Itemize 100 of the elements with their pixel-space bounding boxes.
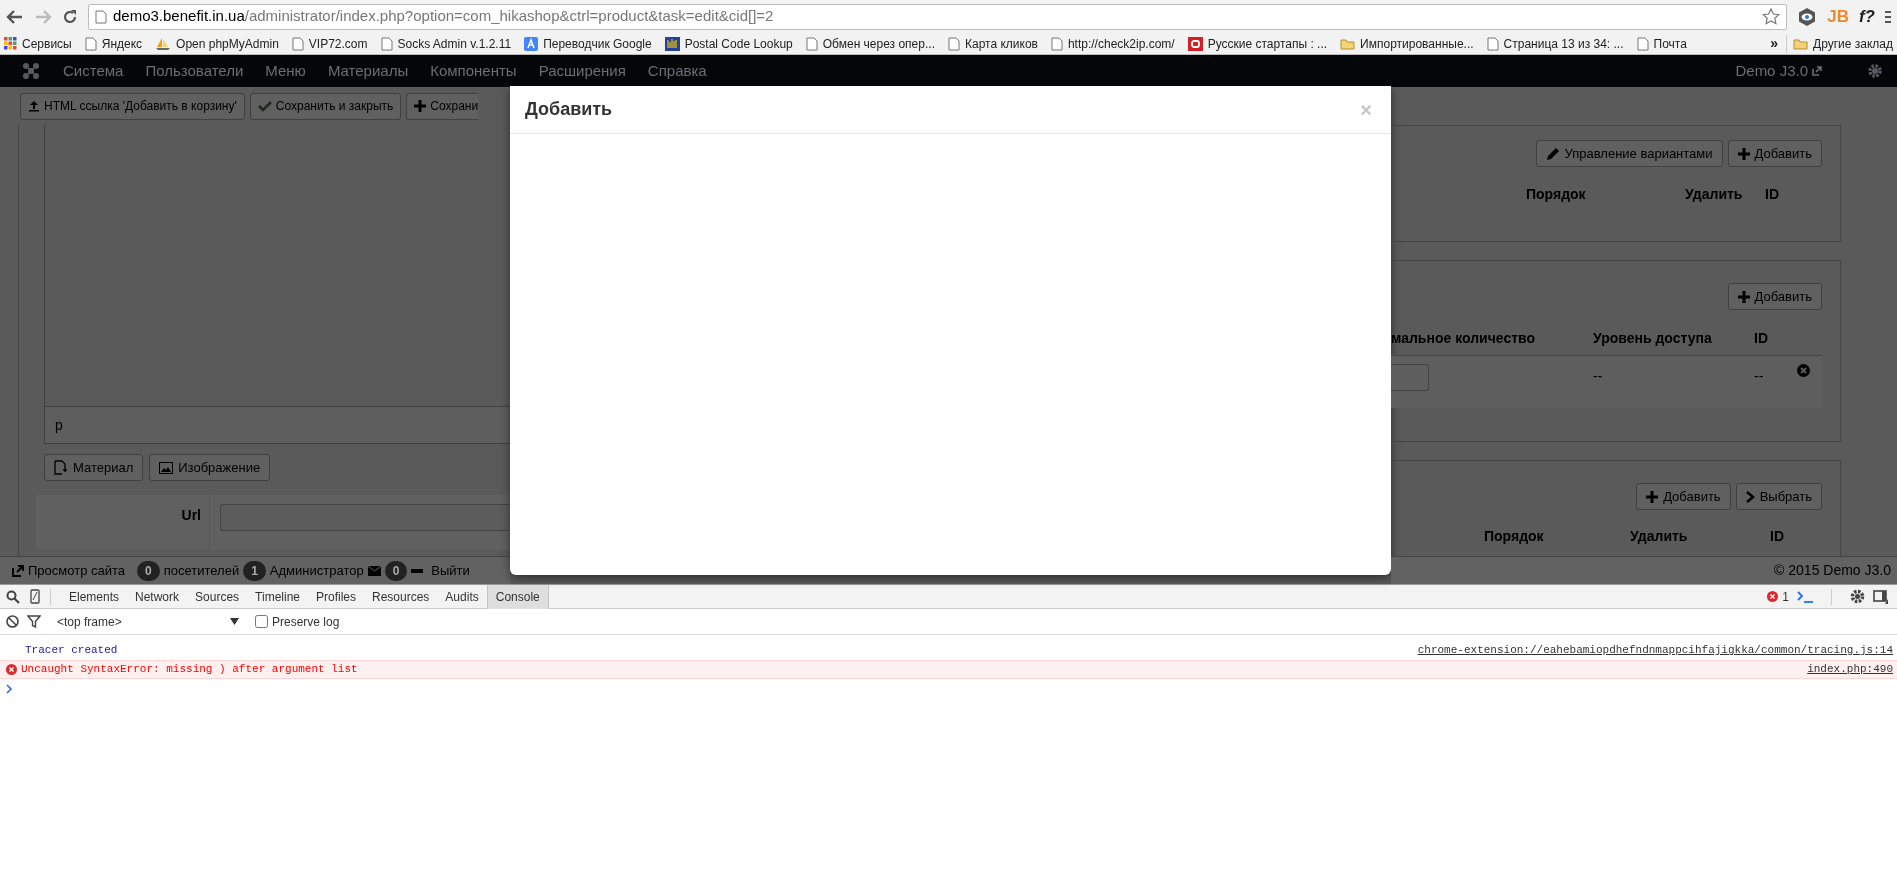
prompt-icon[interactable] — [6, 683, 13, 694]
bookmark[interactable]: Сервисы — [4, 34, 72, 53]
bookmark[interactable]: VIP72.com — [291, 34, 368, 53]
bookmark[interactable]: Почта — [1636, 34, 1687, 53]
status-text: Администратор — [269, 561, 364, 580]
caret-icon — [230, 618, 239, 625]
column-header: ID — [1770, 527, 1784, 546]
remove-icon[interactable] — [1797, 364, 1810, 377]
menu-item[interactable]: Меню — [254, 59, 317, 83]
menu-item[interactable]: Справка — [636, 59, 718, 83]
bookmark[interactable]: http://check2ip.com/ — [1050, 34, 1175, 53]
tab[interactable]: Network — [127, 584, 188, 609]
tab[interactable]: Elements — [61, 584, 128, 609]
menu-item[interactable]: Система — [52, 59, 135, 83]
console-icon[interactable] — [1797, 590, 1813, 603]
tab[interactable]: Audits — [437, 584, 487, 609]
count-badge: 1 — [243, 560, 266, 581]
url-text: demo3.benefit.in.ua/administrator/index.php?option=com_hikashop&ctrl=product&task=edit&cid[]=2 — [113, 6, 774, 27]
page-icon — [805, 36, 818, 51]
extension-button[interactable]: f? — [1858, 6, 1875, 27]
filter-icon[interactable] — [27, 615, 41, 628]
column-header: Удалить — [1630, 527, 1688, 546]
input-field[interactable] — [220, 504, 510, 531]
tab[interactable]: Timeline — [247, 584, 308, 609]
bookmark[interactable]: Переводчик Google — [524, 34, 652, 53]
back-icon[interactable] — [6, 8, 24, 25]
table-cell-text: -- — [1754, 367, 1764, 386]
minus-icon — [411, 568, 424, 573]
settings-icon[interactable] — [1850, 589, 1865, 604]
menu-icon[interactable] — [1885, 8, 1891, 25]
tab[interactable]: Sources — [187, 584, 248, 609]
bookmark[interactable]: Обмен через опер... — [805, 34, 935, 53]
reload-icon[interactable] — [62, 8, 78, 25]
page-icon — [380, 36, 393, 51]
modal-title: Добавить — [525, 98, 613, 121]
console-message: Tracer created — [25, 643, 118, 659]
bookmark[interactable]: Русские стартапы : ... — [1187, 34, 1328, 53]
bookmark[interactable]: Карта кликов — [947, 34, 1038, 53]
editor-path: p — [44, 407, 510, 444]
clear-icon[interactable] — [6, 615, 19, 628]
eye-icon[interactable] — [1797, 6, 1818, 27]
sailboat-icon — [155, 36, 172, 51]
menu-item[interactable]: Компоненты — [419, 59, 528, 83]
external-link-icon — [12, 564, 24, 577]
tab[interactable]: Resources — [364, 584, 438, 609]
error-icon — [1767, 591, 1779, 602]
site-link[interactable]: Demo J3.0 — [1735, 59, 1822, 83]
page-icon — [1050, 36, 1063, 51]
bookmark[interactable]: Яндекс — [84, 34, 143, 53]
plus-icon — [1646, 490, 1659, 503]
column-header: мальное количество — [1391, 329, 1535, 348]
upload-icon — [28, 100, 40, 112]
image-icon — [159, 461, 174, 474]
column-header: Удалить — [1685, 185, 1743, 204]
search-icon[interactable] — [6, 589, 20, 604]
translate-icon — [524, 36, 539, 51]
count-badge: 0 — [137, 560, 160, 581]
folder-icon — [1340, 37, 1356, 50]
column-header: Уровень доступа — [1593, 329, 1712, 348]
mail-icon — [367, 565, 381, 576]
console-message: Uncaught SyntaxError: missing ) after argument list — [21, 662, 358, 678]
page-icon — [84, 36, 97, 51]
frame-dropdown[interactable]: <top frame> — [57, 612, 239, 631]
page-icon — [947, 36, 960, 51]
plus-icon — [1737, 290, 1750, 303]
bookmark[interactable]: Другие заклад — [1786, 34, 1893, 53]
source-link[interactable]: index.php:490 — [1807, 661, 1893, 678]
barcode-icon — [664, 36, 680, 51]
field-label: Url — [36, 495, 210, 550]
menu-item[interactable]: Расширения — [527, 59, 637, 83]
more-bookmarks-button[interactable]: » — [1770, 33, 1778, 54]
page-icon — [291, 36, 304, 51]
apps-icon — [4, 37, 17, 50]
address-bar[interactable]: demo3.benefit.in.ua/administrator/index.php?option=com_hikashop&ctrl=product&task=edit&cid[]=2 — [88, 3, 1788, 30]
source-link[interactable]: chrome-extension://eahebamiopdhefndnmappcihfajigkka/common/tracing.js:14 — [1417, 642, 1893, 659]
tab[interactable]: Console — [486, 584, 549, 609]
bookmark[interactable]: Postal Code Lookup — [664, 34, 793, 53]
bookmark[interactable]: Страница 13 из 34: ... — [1486, 34, 1624, 53]
checkbox[interactable] — [255, 615, 268, 628]
document-icon — [54, 460, 68, 475]
menu-item[interactable]: Материалы — [316, 59, 420, 83]
error-icon — [6, 664, 17, 675]
column-header: Порядок — [1484, 527, 1544, 546]
device-icon[interactable] — [30, 589, 40, 604]
bookmark[interactable]: Socks Admin v.1.2.11 — [380, 34, 512, 53]
menu-item[interactable]: Пользователи — [134, 59, 255, 83]
bookmark[interactable]: Импортированные... — [1340, 34, 1474, 53]
error-count[interactable]: 1 — [1767, 587, 1789, 606]
checkbox-label[interactable]: Preserve log — [272, 612, 340, 631]
star-icon[interactable] — [1762, 7, 1781, 26]
bookmark[interactable]: Open phpMyAdmin — [155, 34, 279, 53]
external-link-icon — [1812, 66, 1822, 76]
status-text: посетителей — [163, 561, 240, 580]
tab[interactable]: Profiles — [308, 584, 364, 609]
table-cell-text: -- — [1593, 367, 1603, 386]
column-header: ID — [1765, 185, 1779, 204]
input-field[interactable] — [1391, 364, 1429, 391]
pencil-icon — [1545, 146, 1560, 161]
page-icon — [1486, 36, 1499, 51]
dock-icon[interactable] — [1873, 589, 1889, 604]
